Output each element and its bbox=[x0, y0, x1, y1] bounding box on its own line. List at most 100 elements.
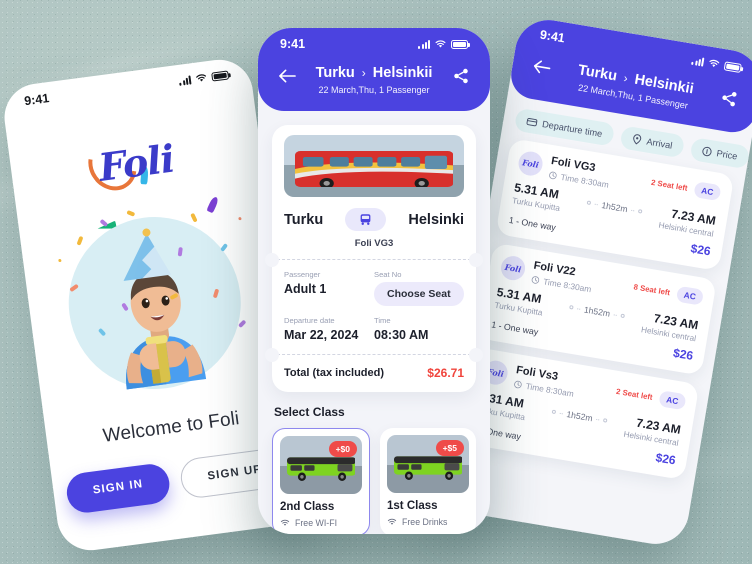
ac-badge: AC bbox=[693, 181, 722, 202]
cellular-signal-icon bbox=[418, 39, 430, 49]
wifi-icon bbox=[709, 59, 720, 67]
bus-photo bbox=[284, 135, 464, 197]
class-card-1st[interactable]: +$5 1st Class Free Drinks bbox=[380, 428, 476, 534]
cellular-signal-icon bbox=[691, 55, 705, 67]
filter-chip-label: Departure time bbox=[541, 118, 604, 139]
ticket-notch bbox=[469, 348, 483, 362]
class-name: 1st Class bbox=[387, 500, 438, 512]
total-row: Total (tax included) $26.71 bbox=[284, 366, 464, 380]
class-card-2nd[interactable]: +$0 2nd Class Free WI-FI bbox=[272, 428, 370, 534]
seats-left-badge: 8 Seat left bbox=[633, 281, 671, 297]
route-dotted-line bbox=[613, 313, 617, 316]
class-card-row: +$0 2nd Class Free WI-FI +$5 1st Class F… bbox=[272, 428, 476, 534]
ticket-card: Turku Helsinki Foli VG3 Passenger Adult … bbox=[265, 125, 483, 392]
share-icon[interactable] bbox=[716, 86, 741, 111]
class-perk-label: Free Drinks bbox=[402, 517, 448, 527]
seats-left-badge: 2 Seat left bbox=[615, 386, 654, 402]
phone-trip-detail-screen: 9:41 Turku › Helsinkii 22 March,Thu, 1 P… bbox=[258, 28, 490, 534]
class-perk: Free WI-FI bbox=[280, 518, 362, 528]
route-dotted-line bbox=[594, 203, 598, 205]
total-label: Total (tax included) bbox=[284, 367, 385, 379]
green-bus-illustration bbox=[393, 455, 463, 480]
class-perk-label: Free WI-FI bbox=[295, 518, 338, 528]
class-price-badge: +$0 bbox=[328, 441, 357, 457]
seat-label: Seat No bbox=[374, 270, 402, 279]
passenger-label: Passenger bbox=[284, 270, 321, 279]
clock-icon bbox=[514, 380, 522, 389]
chevron-right-icon: › bbox=[622, 70, 629, 86]
trip-way-label: 1 - One way bbox=[490, 319, 540, 338]
tag-icon bbox=[702, 146, 712, 156]
duration-connector: 1h52m bbox=[586, 193, 644, 217]
route-dotted-line bbox=[559, 412, 563, 414]
battery-icon bbox=[451, 39, 470, 49]
duration-label: 1h52m bbox=[565, 409, 594, 424]
clock-icon bbox=[549, 171, 557, 180]
status-bar: 9:41 bbox=[258, 28, 490, 51]
filter-chip-label: Arrival bbox=[645, 136, 674, 151]
route-dot-icon bbox=[586, 200, 592, 206]
wifi-icon bbox=[387, 518, 397, 525]
ticket-notch bbox=[469, 253, 483, 267]
trip-list: Foli Foli VG3 Time 8:30am 2 Seat left AC… bbox=[448, 132, 746, 494]
status-time: 9:41 bbox=[23, 91, 51, 109]
battery-icon bbox=[211, 69, 230, 82]
detail-header: 9:41 Turku › Helsinkii 22 March,Thu, 1 P… bbox=[258, 28, 490, 111]
route-dotted-line bbox=[577, 307, 581, 310]
cellular-signal-icon bbox=[179, 74, 192, 86]
duration-connector: 1h52m bbox=[551, 402, 609, 426]
ticket-origin-city: Turku bbox=[284, 211, 324, 228]
battery-icon bbox=[723, 60, 742, 73]
party-character-icon bbox=[123, 228, 206, 390]
ticket-notch bbox=[265, 253, 279, 267]
duration-label: 1h52m bbox=[600, 199, 629, 215]
route-subtitle: 22 March,Thu, 1 Passenger bbox=[318, 85, 430, 95]
departure-icon bbox=[526, 118, 538, 127]
filter-chip-label: Price bbox=[715, 147, 739, 162]
passenger-field: Passenger Adult 1 bbox=[284, 270, 374, 306]
avatar: Foli bbox=[516, 149, 545, 178]
route-origin: Turku bbox=[315, 65, 355, 81]
route-dotted-line bbox=[596, 418, 600, 420]
back-arrow-icon[interactable] bbox=[276, 65, 298, 87]
trip-price: $26 bbox=[672, 345, 695, 363]
seats-left-badge: 2 Seat left bbox=[650, 177, 689, 193]
wifi-icon bbox=[280, 519, 290, 526]
location-pin-icon bbox=[633, 134, 641, 145]
logo-text: Foli bbox=[96, 135, 177, 190]
route-origin: Turku bbox=[576, 62, 619, 85]
route-dot-icon bbox=[551, 409, 557, 415]
choose-seat-button[interactable]: Choose Seat bbox=[374, 282, 464, 306]
wifi-icon bbox=[435, 40, 446, 48]
sign-in-button[interactable]: SIGN IN bbox=[64, 461, 172, 515]
ac-badge: AC bbox=[675, 285, 705, 306]
green-bus-illustration bbox=[286, 456, 356, 481]
status-time: 9:41 bbox=[280, 37, 306, 51]
clock-icon bbox=[531, 276, 540, 284]
time-value: 08:30 AM bbox=[374, 328, 429, 342]
trip-price: $26 bbox=[689, 241, 712, 259]
class-bus-photo: +$0 bbox=[280, 436, 362, 494]
ac-badge: AC bbox=[658, 390, 687, 411]
class-bus-photo: +$5 bbox=[387, 435, 469, 493]
ticket-destination-city: Helsinki bbox=[408, 211, 464, 228]
trip-way-label: 1 - One way bbox=[508, 214, 557, 233]
route-dot-icon bbox=[569, 304, 574, 310]
trip-price: $26 bbox=[654, 450, 677, 468]
total-value: $26.71 bbox=[427, 366, 464, 380]
route-dotted-line bbox=[631, 209, 635, 211]
departure-label: Departure date bbox=[284, 316, 335, 325]
bus-icon bbox=[345, 208, 387, 231]
ticket-divider bbox=[265, 348, 483, 362]
share-icon[interactable] bbox=[450, 65, 472, 87]
chevron-right-icon: › bbox=[361, 66, 366, 80]
avatar: Foli bbox=[499, 254, 527, 282]
duration-connector: 1h52m bbox=[569, 297, 627, 321]
ticket-divider bbox=[265, 253, 483, 267]
duration-label: 1h52m bbox=[583, 304, 611, 319]
class-perk: Free Drinks bbox=[387, 517, 469, 527]
route-destination: Helsinkii bbox=[372, 65, 433, 81]
ticket-notch bbox=[265, 348, 279, 362]
departure-value: Mar 22, 2024 bbox=[284, 328, 359, 342]
hero-illustration bbox=[40, 187, 270, 417]
